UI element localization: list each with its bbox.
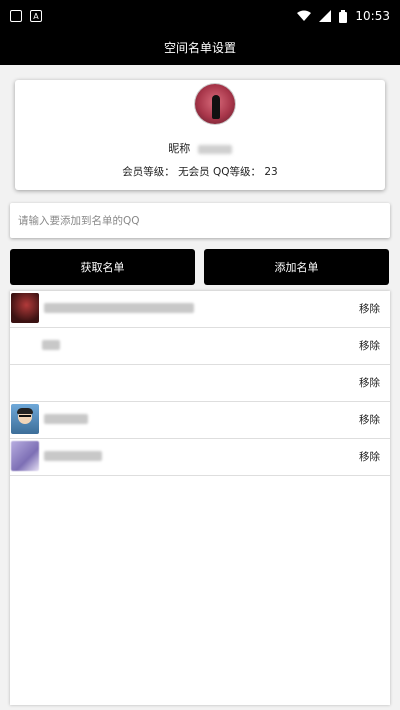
system-icons: 10:53 [297, 9, 390, 23]
page-title: 空间名单设置 [0, 32, 400, 65]
avatar [11, 441, 39, 471]
name-blurred [44, 303, 194, 313]
member-level-value: 无会员 [178, 166, 210, 178]
remove-button[interactable]: 移除 [359, 328, 380, 365]
remove-button[interactable]: 移除 [359, 291, 380, 328]
fetch-list-button[interactable]: 获取名单 [10, 249, 195, 285]
member-list: 移除 移除 移除 移除 移除 [10, 291, 390, 705]
qq-input[interactable] [10, 203, 390, 238]
list-item: 移除 [10, 439, 390, 476]
list-item: 移除 [10, 402, 390, 439]
level-info: 会员等级： 无会员 QQ等级： 23 [15, 164, 385, 179]
notification-icon [10, 10, 22, 22]
name-blurred [44, 451, 102, 461]
clock: 10:53 [355, 9, 390, 23]
nickname: 昵称 [15, 140, 385, 156]
list-item: 移除 [10, 291, 390, 328]
remove-button[interactable]: 移除 [359, 365, 380, 402]
nickname-value-blurred [197, 144, 232, 154]
remove-button[interactable]: 移除 [359, 439, 380, 476]
member-level-label: 会员等级： [122, 166, 175, 178]
avatar [195, 84, 235, 124]
download-notification-icon: A [30, 10, 42, 22]
name-blurred [44, 414, 88, 424]
list-item: 移除 [10, 328, 390, 365]
avatar [11, 293, 39, 323]
qq-level-label: QQ等级： [212, 166, 261, 178]
profile-card: 昵称 会员等级： 无会员 QQ等级： 23 [15, 80, 385, 190]
qq-level-value: 23 [264, 166, 278, 178]
list-item: 移除 [10, 365, 390, 402]
status-bar: A 10:53 [0, 0, 400, 32]
avatar [11, 404, 39, 434]
signal-icon [319, 10, 332, 22]
nickname-label: 昵称 [168, 142, 191, 155]
name-blurred [42, 340, 60, 350]
remove-button[interactable]: 移除 [359, 402, 380, 439]
battery-icon [339, 9, 348, 23]
wifi-icon [297, 10, 312, 21]
notification-icons: A [10, 10, 42, 22]
add-list-button[interactable]: 添加名单 [204, 249, 389, 285]
